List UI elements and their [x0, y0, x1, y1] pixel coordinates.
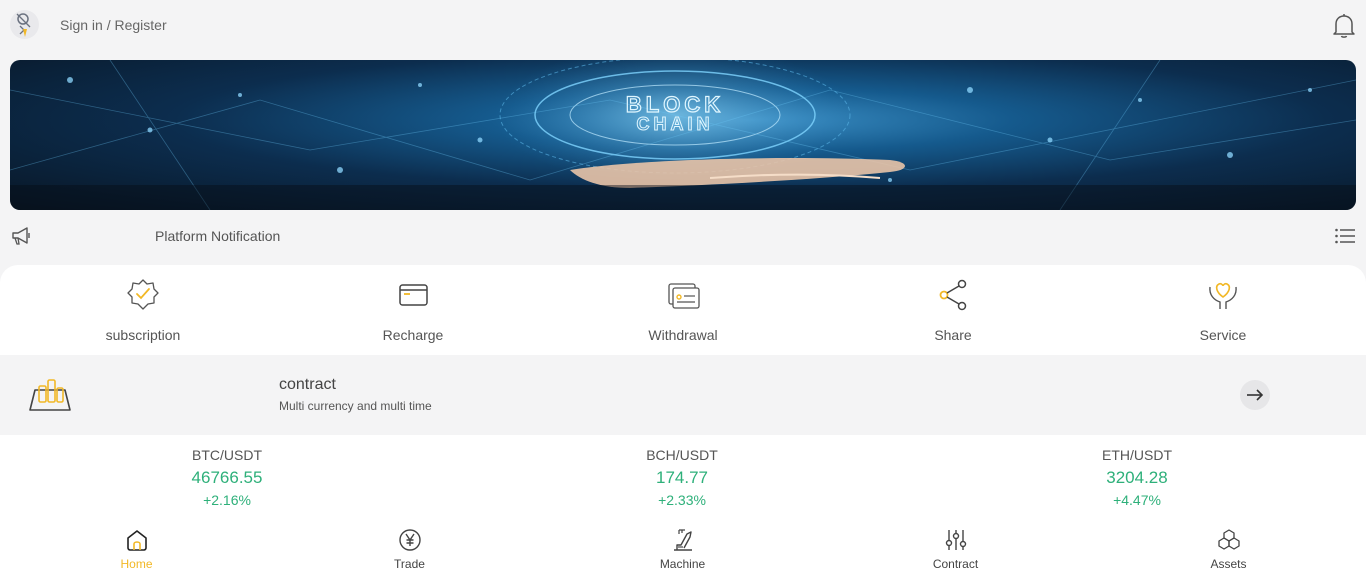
bars-box-icon	[27, 372, 73, 414]
bell-icon[interactable]	[1332, 13, 1356, 39]
contract-card[interactable]: contract Multi currency and multi time	[0, 355, 1366, 435]
banner-carousel[interactable]: BLOCK CHAIN	[10, 60, 1356, 210]
tab-label-assets: Assets	[1210, 557, 1247, 571]
tab-label-trade: Trade	[394, 557, 425, 571]
tab-home[interactable]: Home	[0, 520, 273, 578]
ticker-change: +2.33%	[658, 492, 706, 508]
ticker-price: 3204.28	[1106, 468, 1168, 487]
share-icon	[936, 278, 970, 312]
user-avatar-icon[interactable]	[10, 10, 39, 39]
yen-circle-icon	[398, 528, 422, 552]
contract-title: contract	[279, 376, 336, 393]
tab-label-contract: Contract	[932, 557, 979, 571]
menu-label-recharge: Recharge	[382, 327, 444, 343]
notification-text[interactable]: Platform Notification	[155, 228, 280, 244]
ticker-price: 46766.55	[191, 468, 263, 487]
tab-trade[interactable]: Trade	[273, 520, 546, 578]
tab-label-home: Home	[120, 557, 153, 571]
heart-hand-icon	[1206, 278, 1240, 312]
ticker-btc[interactable]: BTC/USDT 46766.55 +2.16%	[77, 435, 377, 520]
cubes-icon	[1217, 528, 1241, 552]
ticker-eth[interactable]: ETH/USDT 3204.28 +4.47%	[987, 435, 1287, 520]
menu-label-share: Share	[934, 327, 972, 343]
menu-item-withdrawal[interactable]: Withdrawal	[548, 265, 818, 355]
withdraw-card-icon	[666, 278, 700, 312]
ticker-change: +4.47%	[1113, 492, 1161, 508]
tab-contract[interactable]: Contract	[819, 520, 1092, 578]
top-bar: Sign in / Register	[0, 0, 1366, 50]
menu-item-recharge[interactable]: Recharge	[278, 265, 548, 355]
machine-icon	[671, 528, 695, 552]
ticker-change: +2.16%	[203, 492, 251, 508]
banner-title-line2: CHAIN	[637, 114, 714, 134]
signin-register-link[interactable]: Sign in / Register	[60, 17, 167, 33]
menu-label-subscription: subscription	[105, 327, 181, 343]
ticker-pair: BCH/USDT	[646, 447, 718, 463]
sliders-icon	[944, 528, 968, 552]
quick-menu: subscription Recharge Withdrawal Share S…	[0, 265, 1366, 355]
tab-assets[interactable]: Assets	[1092, 520, 1365, 578]
tab-machine[interactable]: Machine	[546, 520, 819, 578]
list-icon[interactable]	[1334, 226, 1356, 246]
megaphone-icon	[10, 226, 32, 246]
home-icon	[125, 528, 149, 552]
notification-bar[interactable]: Platform Notification	[0, 222, 1366, 250]
bottom-tab-bar: Home Trade Machine Contract Assets	[0, 520, 1366, 578]
ticker-pair: ETH/USDT	[1102, 447, 1172, 463]
menu-label-service: Service	[1199, 327, 1247, 343]
card-icon	[396, 278, 430, 312]
ticker-price: 174.77	[656, 468, 708, 487]
badge-check-icon	[126, 278, 160, 312]
ticker-bch[interactable]: BCH/USDT 174.77 +2.33%	[532, 435, 832, 520]
ticker-pair: BTC/USDT	[192, 447, 262, 463]
menu-item-service[interactable]: Service	[1088, 265, 1358, 355]
market-tickers: BTC/USDT 46766.55 +2.16% BCH/USDT 174.77…	[0, 435, 1366, 520]
arrow-right-icon[interactable]	[1240, 380, 1270, 410]
tab-label-machine: Machine	[659, 557, 706, 571]
menu-label-withdrawal: Withdrawal	[648, 327, 718, 343]
contract-subtitle: Multi currency and multi time	[279, 399, 432, 413]
menu-item-subscription[interactable]: subscription	[8, 265, 278, 355]
menu-item-share[interactable]: Share	[818, 265, 1088, 355]
